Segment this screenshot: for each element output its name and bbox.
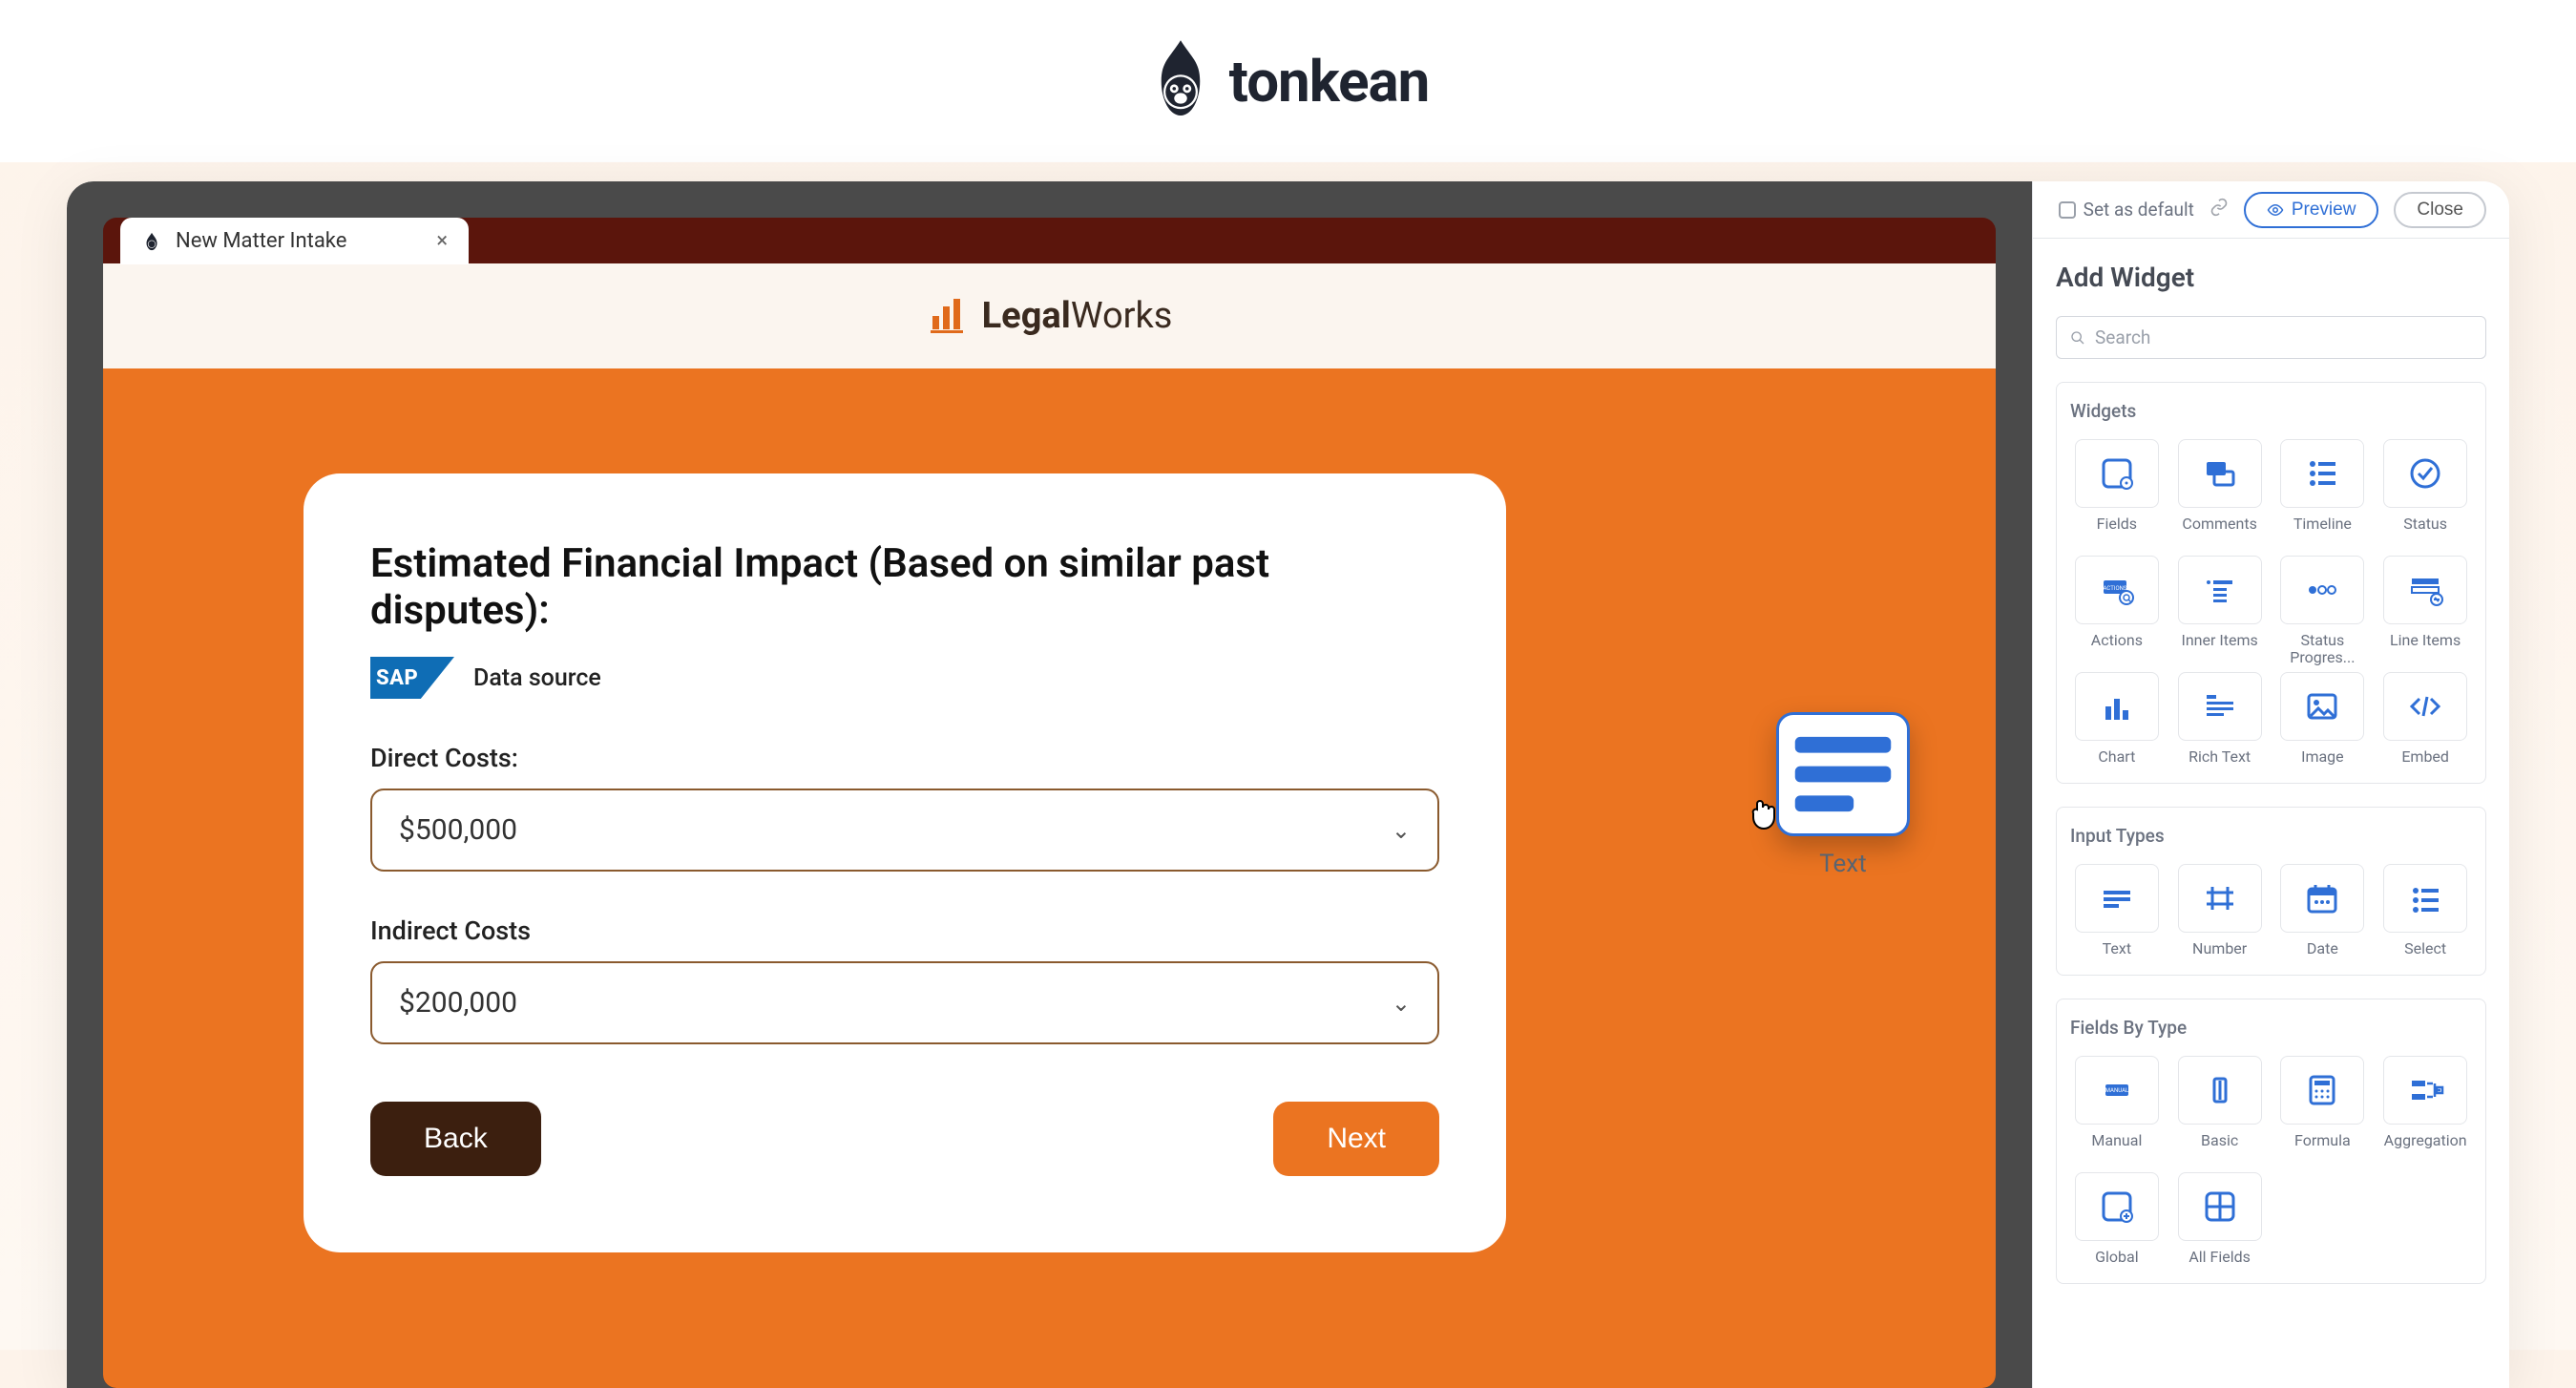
search-input[interactable]: Search xyxy=(2056,316,2486,359)
widget-line-items[interactable] xyxy=(2383,556,2467,624)
drag-label: Text xyxy=(1776,850,1910,878)
field-aggregation[interactable] xyxy=(2383,1056,2467,1125)
add-widget-sidebar: Set as default Preview Close Add Widget … xyxy=(2032,181,2509,1388)
brand-name: tonkean xyxy=(1229,48,1430,116)
legal-title: LegalWorks xyxy=(982,295,1173,337)
field-global[interactable] xyxy=(2075,1172,2159,1241)
widget-image[interactable] xyxy=(2280,672,2364,741)
field-value: $500,000 xyxy=(399,813,517,847)
field-direct-costs: Direct Costs: $500,000 ⌄ xyxy=(370,743,1439,872)
tab-new-matter-intake[interactable]: New Matter Intake × xyxy=(120,218,469,264)
sap-logo: SAP xyxy=(370,657,454,699)
field-label: Indirect Costs xyxy=(370,915,1439,946)
svg-text:MANUAL: MANUAL xyxy=(2105,1087,2129,1094)
widget-status[interactable] xyxy=(2383,439,2467,508)
flame-monkey-icon xyxy=(1147,38,1214,124)
section-label: Widgets xyxy=(2070,400,2472,422)
close-button[interactable]: Close xyxy=(2394,192,2486,228)
field-label: Direct Costs: xyxy=(370,743,1439,773)
field-formula[interactable] xyxy=(2280,1056,2364,1125)
datasource-row: SAP Data source xyxy=(370,657,1439,699)
widget-chart[interactable] xyxy=(2075,672,2159,741)
checkbox-icon xyxy=(2059,201,2076,219)
section-label: Input Types xyxy=(2070,825,2472,847)
field-manual[interactable]: MANUAL xyxy=(2075,1056,2159,1125)
bar-chart-icon xyxy=(927,293,969,339)
sidebar-body: Add Widget Search Widgets Fields Comment… xyxy=(2033,239,2509,1330)
field-basic[interactable] xyxy=(2178,1056,2262,1125)
sidebar-title: Add Widget xyxy=(2056,262,2486,293)
section-fields-by-type: Fields By Type MANUALManual Basic Formul… xyxy=(2056,999,2486,1284)
input-text[interactable] xyxy=(2075,864,2159,933)
back-button[interactable]: Back xyxy=(370,1102,541,1176)
next-button[interactable]: Next xyxy=(1273,1102,1439,1176)
section-label: Fields By Type xyxy=(2070,1017,2472,1039)
grab-cursor-icon xyxy=(1744,790,1786,832)
widget-status-progress[interactable] xyxy=(2280,556,2364,624)
brand-header: tonkean xyxy=(0,0,2576,162)
link-icon[interactable] xyxy=(2209,198,2229,221)
builder-stage: New Matter Intake × LegalWorks xyxy=(67,181,2509,1388)
input-select[interactable] xyxy=(2383,864,2467,933)
close-icon[interactable]: × xyxy=(436,229,448,253)
section-widgets: Widgets Fields Comments Timeline Status … xyxy=(2056,382,2486,784)
widget-comments[interactable] xyxy=(2178,439,2262,508)
widget-fields[interactable] xyxy=(2075,439,2159,508)
drag-tile xyxy=(1776,712,1910,836)
preview-button[interactable]: Preview xyxy=(2244,192,2379,228)
datasource-label: Data source xyxy=(473,664,601,692)
input-number[interactable] xyxy=(2178,864,2262,933)
widget-embed[interactable] xyxy=(2383,672,2467,741)
button-row: Back Next xyxy=(370,1102,1439,1176)
tab-title: New Matter Intake xyxy=(176,229,346,253)
search-icon xyxy=(2070,330,2085,346)
dragging-text-widget[interactable]: Text xyxy=(1776,712,1910,878)
input-date[interactable] xyxy=(2280,864,2364,933)
widget-timeline[interactable] xyxy=(2280,439,2364,508)
sidebar-toolbar: Set as default Preview Close xyxy=(2033,181,2509,239)
widget-inner-items[interactable] xyxy=(2178,556,2262,624)
canvas-inner: New Matter Intake × LegalWorks xyxy=(103,218,1996,1388)
form-card: Estimated Financial Impact (Based on sim… xyxy=(304,473,1506,1252)
chevron-down-icon: ⌄ xyxy=(1392,817,1411,844)
chevron-down-icon: ⌄ xyxy=(1392,990,1411,1017)
field-value: $200,000 xyxy=(399,986,517,1020)
widget-rich-text[interactable] xyxy=(2178,672,2262,741)
flame-icon xyxy=(141,231,162,252)
set-default-checkbox[interactable]: Set as default xyxy=(2059,199,2194,221)
brand-logo: tonkean xyxy=(1147,38,1430,124)
field-indirect-costs: Indirect Costs $200,000 ⌄ xyxy=(370,915,1439,1044)
direct-costs-select[interactable]: $500,000 ⌄ xyxy=(370,789,1439,872)
indirect-costs-select[interactable]: $200,000 ⌄ xyxy=(370,961,1439,1044)
widget-actions[interactable]: ACTIONS xyxy=(2075,556,2159,624)
card-title: Estimated Financial Impact (Based on sim… xyxy=(370,540,1439,634)
orange-panel: Estimated Financial Impact (Based on sim… xyxy=(103,368,1996,1388)
text-lines-icon xyxy=(1779,710,1907,838)
eye-icon xyxy=(2267,201,2284,219)
canvas-area: New Matter Intake × LegalWorks xyxy=(67,181,2032,1388)
field-all-fields[interactable] xyxy=(2178,1172,2262,1241)
section-input-types: Input Types Text Number Date Select xyxy=(2056,807,2486,976)
legal-header: LegalWorks xyxy=(103,263,1996,368)
